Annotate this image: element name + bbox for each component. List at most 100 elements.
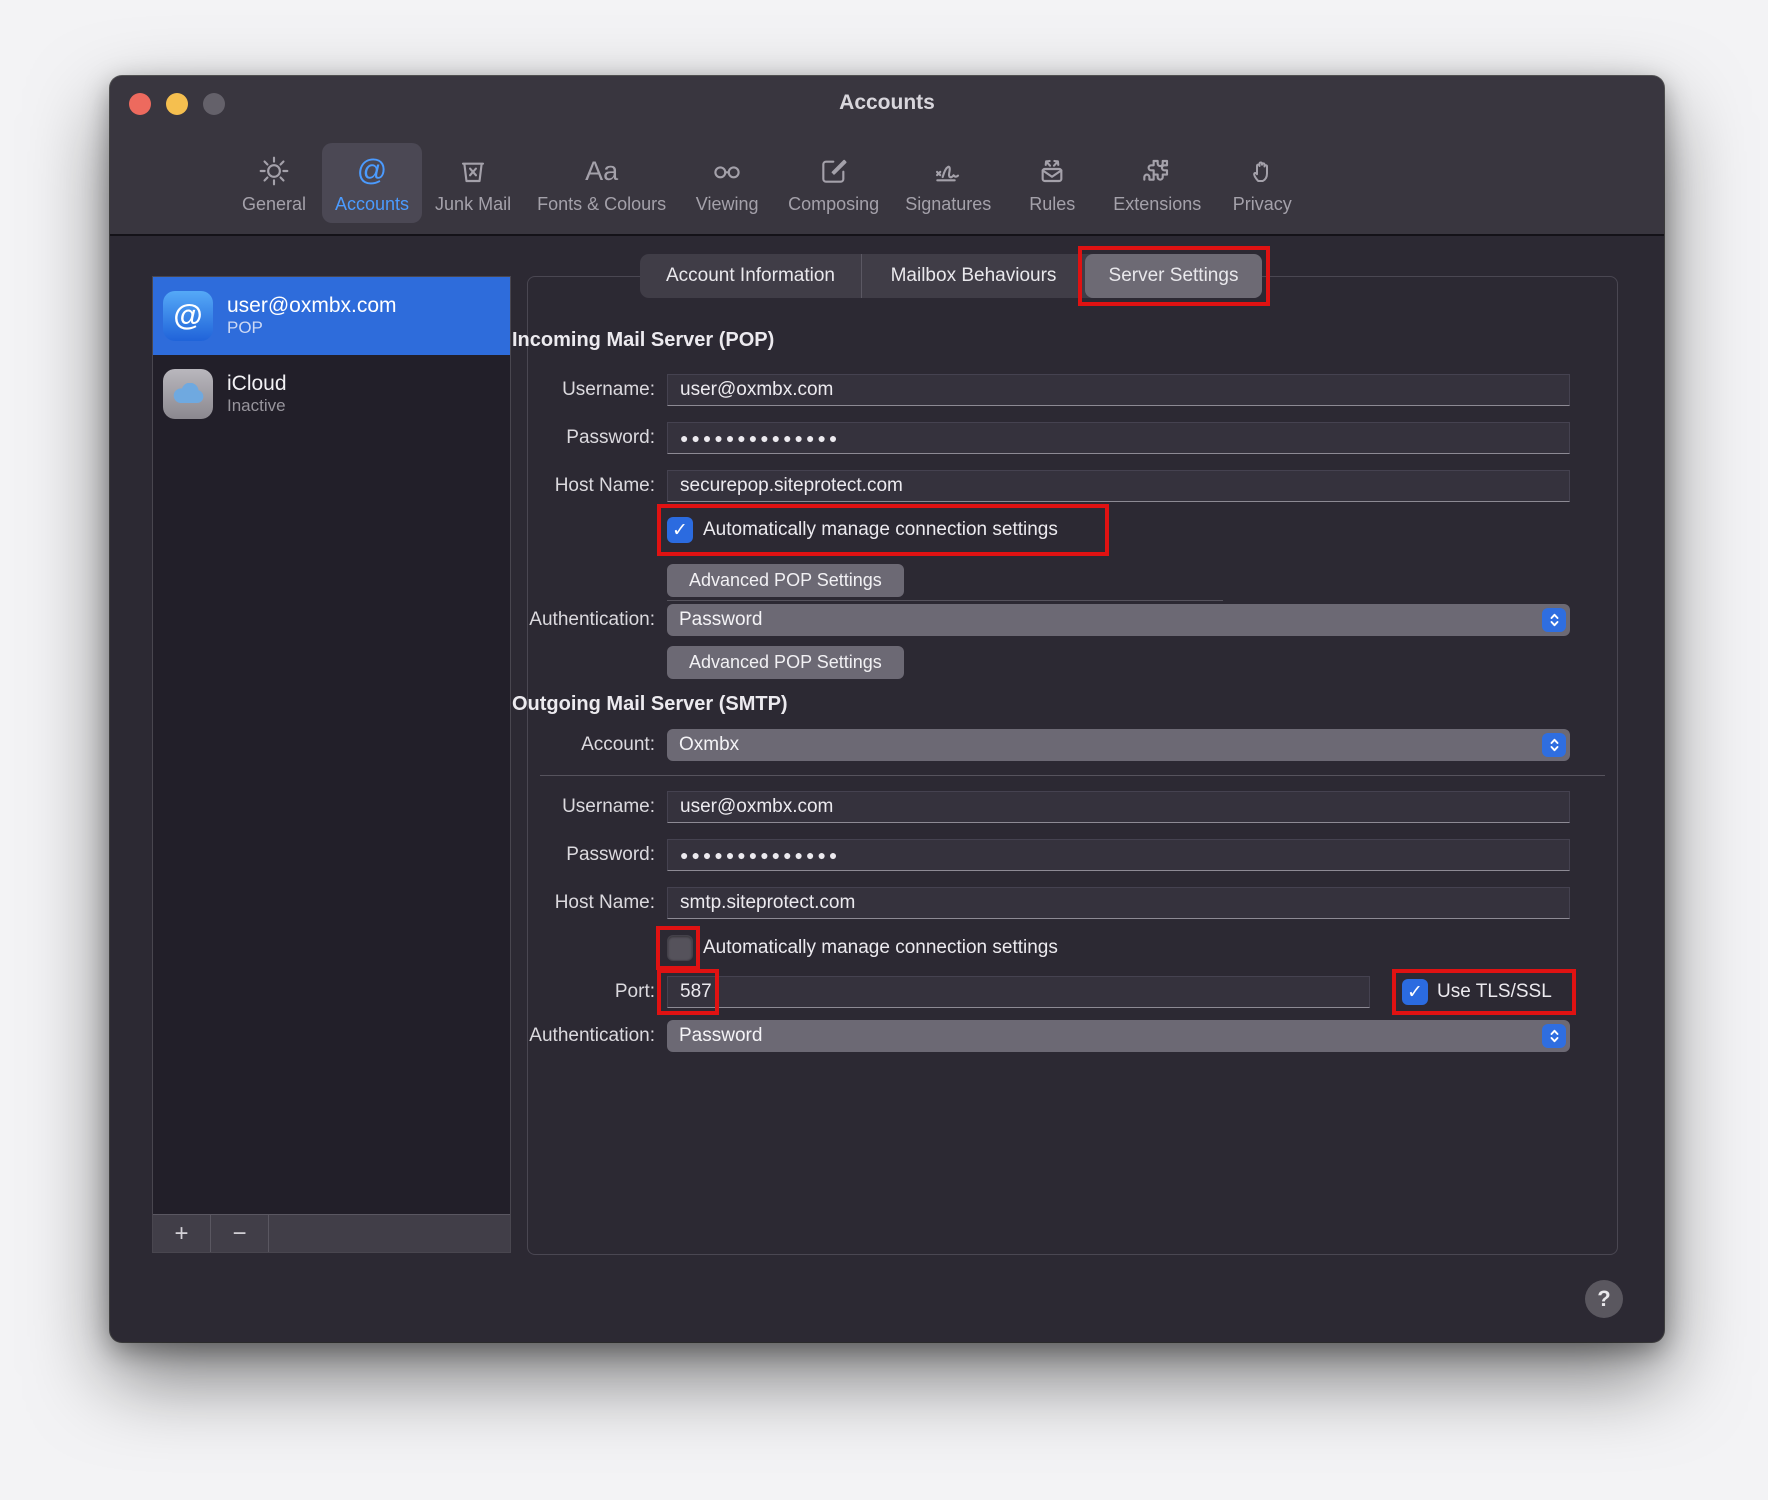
- account-subtitle: POP: [227, 318, 397, 338]
- outgoing-account-row: Account: Oxmbx: [410, 729, 1570, 761]
- outgoing-hostname-label: Host Name:: [410, 892, 655, 914]
- outgoing-username-input[interactable]: user@oxmbx.com: [667, 791, 1570, 823]
- outgoing-hostname-input[interactable]: smtp.siteprotect.com: [667, 887, 1570, 919]
- incoming-username-row: Username: user@oxmbx.com: [410, 374, 1570, 406]
- incoming-authentication-select[interactable]: Password: [667, 604, 1570, 636]
- accounts-preferences-window: Accounts General @ Accounts Junk Mail Aa: [110, 76, 1664, 1342]
- tab-server-settings[interactable]: Server Settings: [1085, 254, 1262, 298]
- incoming-password-label: Password:: [410, 427, 655, 449]
- outgoing-authentication-row: Authentication: Password: [410, 1020, 1570, 1052]
- incoming-section-heading: Incoming Mail Server (POP): [512, 324, 774, 356]
- toolbar-item-junk-mail[interactable]: Junk Mail: [422, 143, 524, 223]
- incoming-hostname-input[interactable]: securepop.siteprotect.com: [667, 470, 1570, 502]
- window-title: Accounts: [110, 91, 1664, 115]
- outgoing-auto-manage-checkbox[interactable]: [667, 935, 693, 961]
- help-button[interactable]: ?: [1585, 1280, 1623, 1318]
- outgoing-hostname-row: Host Name: smtp.siteprotect.com: [410, 887, 1570, 919]
- preferences-toolbar: General @ Accounts Junk Mail Aa Fonts & …: [226, 143, 1310, 223]
- use-tls-ssl-group: ✓ Use TLS/SSL: [1402, 976, 1552, 1008]
- icloud-cloud-icon: [163, 369, 213, 419]
- fonts-aa-icon: Aa: [585, 153, 618, 189]
- toolbar-label: Junk Mail: [435, 194, 511, 215]
- outgoing-port-row: Port: 587: [410, 976, 1570, 1008]
- hand-icon: [1247, 153, 1277, 189]
- account-title: iCloud: [227, 372, 287, 397]
- titlebar-toolbar: Accounts General @ Accounts Junk Mail Aa: [110, 76, 1664, 236]
- outgoing-port-label: Port:: [410, 981, 655, 1003]
- outgoing-password-row: Password: ●●●●●●●●●●●●●●: [410, 839, 1570, 871]
- tab-account-information[interactable]: Account Information: [640, 254, 862, 298]
- outgoing-password-input[interactable]: ●●●●●●●●●●●●●●: [667, 839, 1570, 871]
- toolbar-label: Signatures: [905, 194, 991, 215]
- toolbar-item-composing[interactable]: Composing: [775, 143, 892, 223]
- chevron-up-down-icon: [1542, 608, 1566, 632]
- toolbar-item-viewing[interactable]: Viewing: [679, 143, 775, 223]
- outgoing-username-row: Username: user@oxmbx.com: [410, 791, 1570, 823]
- toolbar-item-accounts[interactable]: @ Accounts: [322, 143, 422, 223]
- toolbar-label: Extensions: [1113, 194, 1201, 215]
- use-tls-ssl-checkbox[interactable]: ✓: [1402, 979, 1428, 1005]
- outgoing-authentication-value: Password: [679, 1025, 762, 1047]
- remove-account-button[interactable]: −: [211, 1215, 269, 1252]
- incoming-hostname-label: Host Name:: [410, 475, 655, 497]
- rules-envelope-icon: [1036, 153, 1068, 189]
- incoming-password-input[interactable]: ●●●●●●●●●●●●●●: [667, 422, 1570, 454]
- account-tabs: Account Information Mailbox Behaviours S…: [640, 254, 1262, 298]
- toolbar-label: Accounts: [335, 194, 409, 215]
- incoming-auto-manage-checkbox[interactable]: ✓: [667, 517, 693, 543]
- outgoing-port-input[interactable]: 587: [667, 976, 1370, 1008]
- incoming-authentication-row: Authentication: Password: [410, 604, 1570, 636]
- gear-icon: [258, 153, 290, 189]
- at-icon: @: [357, 153, 387, 189]
- sidebar-bar-filler: [269, 1215, 510, 1252]
- outgoing-authentication-label: Authentication:: [410, 1025, 655, 1047]
- outgoing-username-label: Username:: [410, 796, 655, 818]
- use-tls-ssl-label: Use TLS/SSL: [1437, 981, 1552, 1003]
- glasses-icon: [710, 153, 744, 189]
- add-account-button[interactable]: +: [153, 1215, 211, 1252]
- account-subtitle: Inactive: [227, 396, 287, 416]
- tab-mailbox-behaviours[interactable]: Mailbox Behaviours: [862, 254, 1085, 298]
- advanced-pop-settings-button-2[interactable]: Advanced POP Settings: [667, 646, 904, 679]
- advanced-pop-settings-row-1: Advanced POP Settings: [667, 564, 904, 597]
- toolbar-item-general[interactable]: General: [226, 143, 322, 223]
- signature-icon: [931, 153, 965, 189]
- toolbar-label: General: [242, 194, 306, 215]
- toolbar-item-signatures[interactable]: Signatures: [892, 143, 1004, 223]
- outgoing-auto-manage-row: Automatically manage connection settings: [667, 930, 1058, 966]
- incoming-auto-manage-label: Automatically manage connection settings: [703, 519, 1058, 541]
- outgoing-section-heading: Outgoing Mail Server (SMTP): [512, 688, 788, 720]
- toolbar-item-extensions[interactable]: Extensions: [1100, 143, 1214, 223]
- toolbar-label: Privacy: [1233, 194, 1292, 215]
- advanced-pop-settings-button-1[interactable]: Advanced POP Settings: [667, 564, 904, 597]
- toolbar-label: Composing: [788, 194, 879, 215]
- incoming-username-input[interactable]: user@oxmbx.com: [667, 374, 1570, 406]
- incoming-authentication-label: Authentication:: [410, 609, 655, 631]
- outgoing-password-label: Password:: [410, 844, 655, 866]
- incoming-auto-manage-row: ✓ Automatically manage connection settin…: [667, 512, 1058, 548]
- chevron-up-down-icon: [1542, 1024, 1566, 1048]
- toolbar-item-privacy[interactable]: Privacy: [1214, 143, 1310, 223]
- incoming-authentication-value: Password: [679, 609, 762, 631]
- incoming-password-row: Password: ●●●●●●●●●●●●●●: [410, 422, 1570, 454]
- junk-bin-icon: [457, 153, 489, 189]
- desktop-background: { "window": { "title": "Accounts" }, "to…: [0, 0, 1768, 1500]
- separator-line: [540, 775, 1605, 776]
- separator-line: [667, 600, 1223, 601]
- outgoing-authentication-select[interactable]: Password: [667, 1020, 1570, 1052]
- toolbar-label: Rules: [1029, 194, 1075, 215]
- account-row-oxmbx[interactable]: @ user@oxmbx.com POP: [153, 277, 510, 355]
- outgoing-account-select[interactable]: Oxmbx: [667, 729, 1570, 761]
- compose-icon: [818, 153, 850, 189]
- incoming-username-label: Username:: [410, 379, 655, 401]
- toolbar-item-rules[interactable]: Rules: [1004, 143, 1100, 223]
- advanced-pop-settings-row-2: Advanced POP Settings: [667, 646, 904, 679]
- outgoing-account-label: Account:: [410, 734, 655, 756]
- puzzle-icon: [1141, 153, 1173, 189]
- toolbar-item-fonts-colours[interactable]: Aa Fonts & Colours: [524, 143, 679, 223]
- at-account-icon: @: [163, 291, 213, 341]
- account-title: user@oxmbx.com: [227, 294, 397, 319]
- toolbar-label: Viewing: [696, 194, 759, 215]
- chevron-up-down-icon: [1542, 733, 1566, 757]
- outgoing-auto-manage-label: Automatically manage connection settings: [703, 937, 1058, 959]
